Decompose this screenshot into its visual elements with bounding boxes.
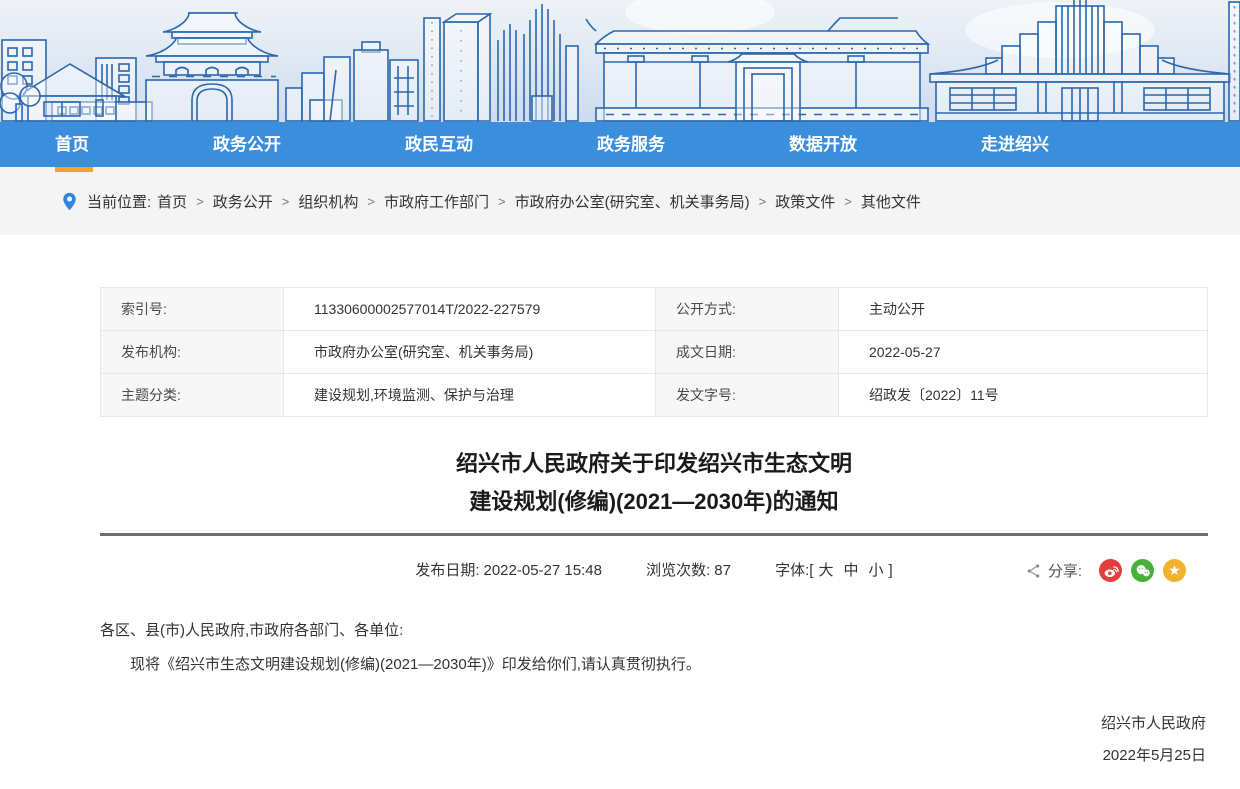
document-signature: 绍兴市人民政府 2022年5月25日 <box>100 708 1208 772</box>
publish-date-label: 发布日期: <box>415 562 479 579</box>
issuing-agency-label: 发布机构: <box>101 331 284 374</box>
view-count-label: 浏览次数: <box>646 562 710 579</box>
breadcrumb-item-office[interactable]: 市政府办公室(研究室、机关事务局) <box>515 191 750 212</box>
document-body: 各区、县(市)人民政府,市政府各部门、各单位: 现将《绍兴市生态文明建设规划(修… <box>100 618 1208 678</box>
signature-date: 2022年5月25日 <box>100 740 1206 772</box>
font-size-control: 字体:[ 大中小] <box>775 562 893 579</box>
nav-item-about-shaoxing[interactable]: 走进绍兴 <box>981 122 1049 167</box>
view-count: 浏览次数:87 <box>646 562 731 579</box>
font-size-large-button[interactable]: 大 <box>818 562 833 579</box>
main-nav: 首页 政务公开 政民互动 政务服务 数据开放 走进绍兴 <box>0 122 1240 167</box>
table-row: 主题分类: 建设规划,环境监测、保护与治理 发文字号: 绍政发〔2022〕11号 <box>101 374 1208 417</box>
share-nodes-icon <box>1026 563 1042 579</box>
share-label: 分享: <box>1048 560 1082 581</box>
qzone-icon[interactable]: ★ <box>1163 559 1186 582</box>
article-meta: 发布日期:2022-05-27 15:48 浏览次数:87 字体:[ 大中小] 分… <box>100 558 1208 584</box>
title-divider <box>100 533 1208 536</box>
nav-item-interaction[interactable]: 政民互动 <box>405 122 473 167</box>
document-info-table: 索引号: 11330600002577014T/2022-227579 公开方式… <box>100 287 1208 417</box>
breadcrumb-separator: > <box>498 194 506 209</box>
breadcrumb-item-home[interactable]: 首页 <box>157 191 187 212</box>
breadcrumb-prefix: 当前位置: <box>87 191 151 212</box>
city-skyline-illustration <box>0 0 1240 122</box>
written-date-label: 成文日期: <box>656 331 839 374</box>
nav-item-open-data[interactable]: 数据开放 <box>789 122 857 167</box>
publish-date-value: 2022-05-27 15:48 <box>483 562 601 579</box>
publish-date: 发布日期:2022-05-27 15:48 <box>415 562 602 579</box>
page-title: 绍兴市人民政府关于印发绍兴市生态文明 建设规划(修编)(2021—2030年)的… <box>100 445 1208 521</box>
share-bar: 分享: ★ <box>1026 559 1186 582</box>
body-paragraph: 现将《绍兴市生态文明建设规划(修编)(2021—2030年)》印发给你们,请认真… <box>100 652 1208 678</box>
breadcrumb-item-org[interactable]: 组织机构 <box>298 191 358 212</box>
wechat-icon[interactable] <box>1131 559 1154 582</box>
doc-number-value: 绍政发〔2022〕11号 <box>839 374 1208 417</box>
breadcrumb: 当前位置: 首页 > 政务公开 > 组织机构 > 市政府工作部门 > 市政府办公… <box>0 167 1240 235</box>
topic-category-label: 主题分类: <box>101 374 284 417</box>
body-salutation: 各区、县(市)人民政府,市政府各部门、各单位: <box>100 618 1208 644</box>
font-size-small-button[interactable]: 小 <box>869 562 884 579</box>
doc-number-label: 发文字号: <box>656 374 839 417</box>
index-number-value: 11330600002577014T/2022-227579 <box>284 288 656 331</box>
issuing-agency-value: 市政府办公室(研究室、机关事务局) <box>284 331 656 374</box>
nav-item-gov-info[interactable]: 政务公开 <box>213 122 281 167</box>
breadcrumb-separator: > <box>759 194 767 209</box>
breadcrumb-separator: > <box>367 194 375 209</box>
breadcrumb-item-gov-info[interactable]: 政务公开 <box>213 191 273 212</box>
weibo-icon[interactable] <box>1099 559 1122 582</box>
table-row: 发布机构: 市政府办公室(研究室、机关事务局) 成文日期: 2022-05-27 <box>101 331 1208 374</box>
view-count-value: 87 <box>714 562 731 579</box>
header-banner <box>0 0 1240 122</box>
topic-category-value: 建设规划,环境监测、保护与治理 <box>284 374 656 417</box>
nav-item-services[interactable]: 政务服务 <box>597 122 665 167</box>
breadcrumb-item-policy-docs[interactable]: 政策文件 <box>775 191 835 212</box>
breadcrumb-separator: > <box>844 194 852 209</box>
font-size-medium-button[interactable]: 中 <box>843 562 858 579</box>
disclosure-mode-value: 主动公开 <box>839 288 1208 331</box>
breadcrumb-separator: > <box>196 194 204 209</box>
font-control-label-close: ] <box>889 562 893 579</box>
table-row: 索引号: 11330600002577014T/2022-227579 公开方式… <box>101 288 1208 331</box>
font-control-label: 字体:[ <box>775 562 813 579</box>
signature-name: 绍兴市人民政府 <box>100 708 1206 740</box>
document-page: 索引号: 11330600002577014T/2022-227579 公开方式… <box>100 287 1208 772</box>
disclosure-mode-label: 公开方式: <box>656 288 839 331</box>
index-number-label: 索引号: <box>101 288 284 331</box>
nav-item-home[interactable]: 首页 <box>55 122 89 167</box>
breadcrumb-item-departments[interactable]: 市政府工作部门 <box>384 191 489 212</box>
title-line-2: 建设规划(修编)(2021—2030年)的通知 <box>100 483 1208 521</box>
written-date-value: 2022-05-27 <box>839 331 1208 374</box>
breadcrumb-item-other-docs[interactable]: 其他文件 <box>861 191 921 212</box>
title-line-1: 绍兴市人民政府关于印发绍兴市生态文明 <box>100 445 1208 483</box>
location-pin-icon <box>62 192 77 211</box>
breadcrumb-separator: > <box>282 194 290 209</box>
